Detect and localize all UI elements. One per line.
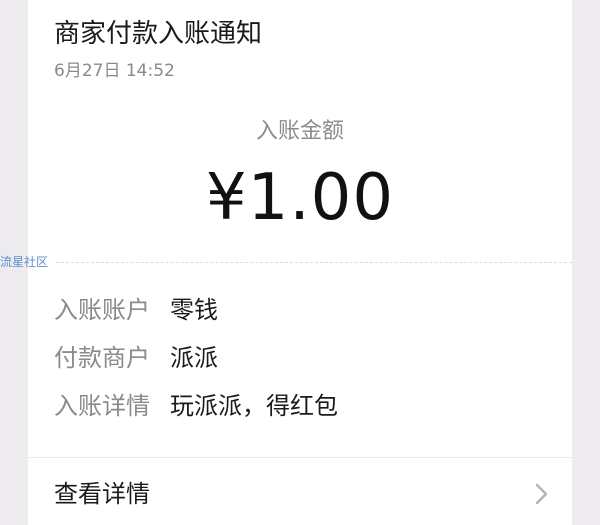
view-details-button[interactable]: 查看详情 (28, 458, 572, 525)
detail-row-account: 入账账户 零钱 (54, 294, 218, 326)
detail-row-merchant: 付款商户 派派 (54, 342, 218, 374)
detail-value: 玩派派，得红包 (170, 392, 338, 420)
notification-card: 商家付款入账通知 6月27日 14:52 入账金额 ¥1.00 入账账户 零钱 付… (28, 0, 572, 525)
view-details-label: 查看详情 (54, 480, 150, 508)
chevron-right-icon (535, 483, 548, 505)
amount-value: ¥1.00 (205, 161, 395, 235)
watermark-text: 流星社区 (0, 255, 49, 269)
detail-key: 入账账户 (54, 296, 150, 324)
dashed-divider (56, 262, 572, 263)
detail-row-description: 入账详情 玩派派，得红包 (54, 390, 338, 422)
notification-time: 6月27日 14:52 (54, 61, 175, 81)
amount-label: 入账金额 (255, 119, 344, 144)
detail-key: 付款商户 (54, 344, 150, 372)
detail-value: 零钱 (170, 296, 218, 324)
detail-value: 派派 (170, 344, 218, 372)
detail-key: 入账详情 (54, 392, 150, 420)
notification-title: 商家付款入账通知 (54, 19, 263, 49)
